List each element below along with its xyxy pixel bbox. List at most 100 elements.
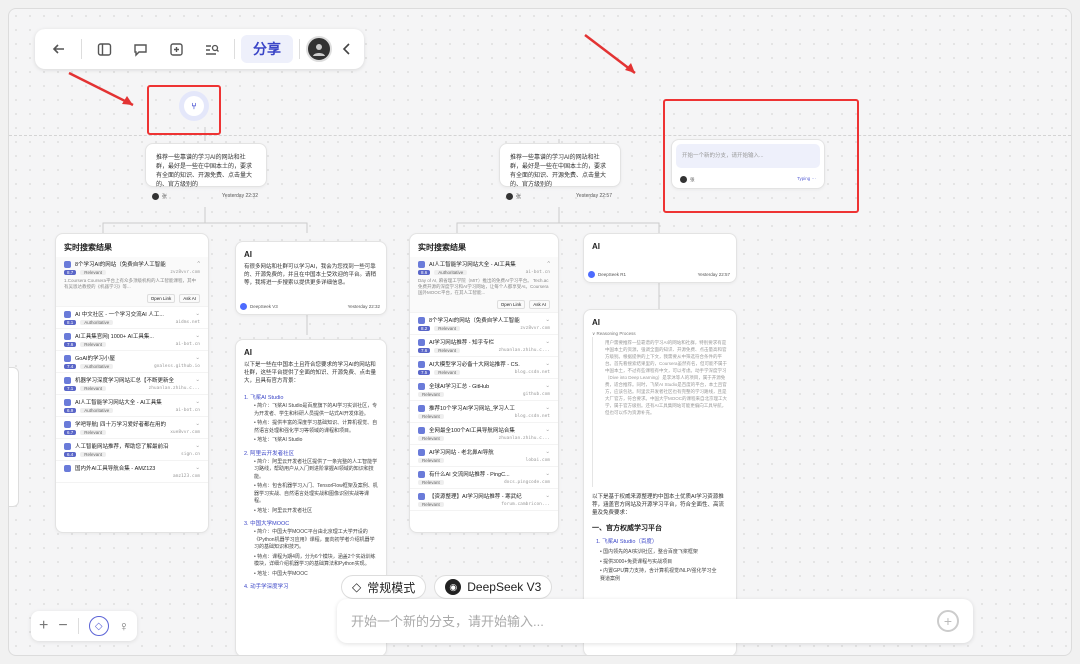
composer-bar: + <box>337 599 973 643</box>
search-result-item[interactable]: AI人工智能学习网站大全 - AI工具集 ^ 8.6 Authoritative ai… <box>410 257 558 313</box>
new-branch-node[interactable]: 开始一个新的分支，请开始输入... 张 Typing ··· <box>671 139 825 189</box>
search-result-item[interactable]: 全网最全100个AI工具导航网站合集 ⌄ Relevant zhuanlan.zhih… <box>410 423 558 445</box>
chevron-down-icon[interactable]: ⌄ <box>545 339 550 345</box>
result-snippet: Day of AI, 麻省理工学院（MIT）推出的免费AI学习平台。 Tech.… <box>418 278 549 295</box>
prompt-user: 张 <box>162 194 168 200</box>
chevron-down-icon[interactable]: ⌄ <box>545 361 550 367</box>
chevron-down-icon[interactable]: ⌄ <box>545 405 550 411</box>
search-result-item[interactable]: AI工具集官网| 1000+ AI工具集... ⌄ 7.6 Relevant ai-bo… <box>56 329 208 351</box>
chevron-down-icon[interactable]: ⌄ <box>195 355 200 361</box>
chevron-down-icon[interactable]: ⌄ <box>545 449 550 455</box>
chevron-down-icon[interactable]: ⌄ <box>195 333 200 339</box>
site-favicon-icon <box>64 420 71 428</box>
search-result-item[interactable]: AI 中文社区 - 一个学习交流AI 人工... ⌄ 8.1 Authoritativ… <box>56 307 208 329</box>
result-title: 机器学习深度学习网站汇总【不断更新全 <box>75 378 175 384</box>
chevron-down-icon[interactable]: ⌄ <box>195 443 200 449</box>
result-tag: Relevant <box>434 348 461 353</box>
relevance-score: 8.2 <box>418 326 431 331</box>
send-button[interactable]: + <box>937 610 959 632</box>
search-result-item[interactable]: 学吧导航| 四十万学习爱好者都在用的 ⌄ 6.7 Relevant xue8vvr.co… <box>56 417 208 439</box>
result-source: zvz8vvr.com <box>170 270 200 275</box>
new-branch-input[interactable]: 开始一个新的分支，请开始输入... <box>676 144 820 168</box>
prompt-time: Yesterday 22:32 <box>222 193 258 199</box>
chevron-down-icon[interactable]: ⌄ <box>195 311 200 317</box>
side-panel-handle[interactable] <box>9 367 19 507</box>
search-results-card: 实时搜索结果 8个学习AI的网站（免费自学人工智能 ^ 8.7 Relevant zv… <box>55 233 209 533</box>
lightbulb-icon[interactable]: ♀ <box>119 618 130 634</box>
result-source: docs.pingcode.com <box>503 480 550 485</box>
compass-icon[interactable]: ◇ <box>88 616 109 636</box>
search-result-item[interactable]: 人工智能网站推荐，帮助您了解最前沿 ⌄ 6.4 Relevant sign.cn <box>56 439 208 461</box>
new-branch-meta: 张 Typing ··· <box>672 172 824 187</box>
deepseek-logo-icon <box>240 303 247 310</box>
search-result-item[interactable]: AI大模型学习必备十大网站推荐 - CS. ⌄ 7.5 Relevant blog.cs… <box>410 357 558 379</box>
model-pill[interactable]: ◉ DeepSeek V3 <box>434 575 553 599</box>
mode-selector: ◇ 常规模式 ◉ DeepSeek V3 <box>341 575 553 599</box>
result-tag: Relevant <box>80 342 107 347</box>
chevron-down-icon[interactable]: ⌄ <box>545 383 550 389</box>
chevron-down-icon[interactable]: ⌄ <box>195 377 200 383</box>
result-title: AI人工智能学习网站大全 - AI工具集 <box>429 262 516 268</box>
prompt-card[interactable]: 推荐一些靠谱的学习AI的网站和社群，最好是一些在中国本土的，要求有全面的知识、开… <box>499 143 621 200</box>
chevron-up-icon[interactable]: ^ <box>197 261 200 267</box>
search-result-item[interactable]: 8个学习AI的网站（免费自学人工智能 ⌄ 8.2 Relevant zvz8vvr.co… <box>410 313 558 335</box>
search-result-item[interactable]: AI学习网站 - 老北鼻AI导航 ⌄ Relevant lobai.com <box>410 445 558 467</box>
result-source: ai-bot.cn <box>175 342 200 347</box>
chevron-down-icon[interactable]: ⌄ <box>545 493 550 499</box>
site-favicon-icon <box>64 260 71 268</box>
chevron-up-icon[interactable]: ^ <box>547 261 550 267</box>
site-favicon-icon <box>64 310 71 318</box>
result-tag: Relevant <box>80 452 107 457</box>
open-link-button[interactable]: Open Link <box>146 294 176 303</box>
result-tag: Relevant <box>418 458 444 463</box>
relevance-score: 7.5 <box>418 370 431 375</box>
typing-status: Typing ··· <box>796 176 816 181</box>
result-tag: Authoritative <box>80 408 114 413</box>
ai-model-name: DeepSeek V3 <box>250 304 278 309</box>
search-result-item[interactable]: GoAI的学习小屋 ⌄ 7.4 Authoritative goaless.github… <box>56 351 208 373</box>
chevron-down-icon[interactable]: ⌄ <box>545 317 550 323</box>
search-result-item[interactable]: 【资源整理】AI学习网站推荐 - 寒武纪 ⌄ Relevant forum.cambr… <box>410 489 558 511</box>
zoom-out-icon[interactable]: − <box>58 617 67 635</box>
result-source: xue8vvr.com <box>170 430 200 435</box>
prompt-meta: 张 Yesterday 22:32 <box>152 193 258 200</box>
search-result-item[interactable]: 有什么AI 交流网站推荐 - PingC... ⌄ Relevant docs.pin… <box>410 467 558 489</box>
site-favicon-icon <box>418 316 425 324</box>
result-source: zvz8vvr.com <box>520 326 550 331</box>
result-tag: Authoritative <box>80 364 114 369</box>
open-link-button[interactable]: Open Link <box>496 300 526 309</box>
ai-answer-card[interactable]: AI 有很多网站和社群可以学习AI，我会为您找到一些可靠的、开源免费的，并且在中… <box>235 241 387 315</box>
search-result-item[interactable]: 全球AI学习汇总 - GitHub ⌄ Relevant github.com <box>410 379 558 401</box>
search-result-item[interactable]: 机器学习深度学习网站汇总【不断更新全 ⌄ 7.1 Relevant zhuanlan.z… <box>56 373 208 395</box>
search-result-item[interactable]: 8个学习AI的网站（免费自学人工智能 ^ 8.7 Relevant zvz8vvr.c… <box>56 257 208 307</box>
chevron-down-icon[interactable]: ⌄ <box>195 421 200 427</box>
ask-ai-button[interactable]: Ask AI <box>179 294 200 303</box>
search-result-item[interactable]: 国内外AI工具导航合集 - AMZ123 ⌄ amz123.com <box>56 461 208 483</box>
mode-pill[interactable]: ◇ 常规模式 <box>341 575 427 599</box>
result-title: AI工具集官网| 1000+ AI工具集... <box>75 334 154 340</box>
diamond-icon: ◇ <box>352 580 362 594</box>
ask-ai-button[interactable]: Ask AI <box>529 300 550 309</box>
ai-answer-card[interactable]: AI DeepSeek R1 Yesterday 22:57 <box>583 233 737 283</box>
chevron-down-icon[interactable]: ⌄ <box>545 427 550 433</box>
search-result-item[interactable]: 推荐10个学习AI学习网站_学习人工 ⌄ Relevant blog.csdn.net <box>410 401 558 423</box>
prompt-card[interactable]: 推荐一些靠谱的学习AI的网站和社群，最好是一些在中国本土的，要求有全面的知识、开… <box>145 143 267 200</box>
result-source: ai-bot.cn <box>525 270 550 275</box>
relevance-score: 6.9 <box>64 408 77 413</box>
ai-answer-meta: DeepSeek R1 Yesterday 22:57 <box>588 271 730 278</box>
chevron-down-icon[interactable]: ⌄ <box>195 399 200 405</box>
branch-input[interactable] <box>351 613 937 629</box>
chevron-down-icon[interactable]: ⌄ <box>545 471 550 477</box>
search-result-list: 8个学习AI的网站（免费自学人工智能 ⌄ 8.2 Relevant zvz8vvr.co… <box>410 313 558 511</box>
search-result-item[interactable]: AI学习网站推荐 - 知乎专栏 ⌄ 7.6 Relevant zhuanlan.zhih… <box>410 335 558 357</box>
site-favicon-icon <box>64 442 71 450</box>
section-name: 动手学深度学习 <box>250 584 289 590</box>
section-bullet: • 简介：飞桨AI Studio是百度旗下的AI学习实训社区，专为开发者、学生和… <box>254 403 378 417</box>
root-node[interactable]: ⑂ <box>179 91 209 121</box>
site-favicon-icon <box>418 448 425 456</box>
chevron-down-icon[interactable]: ⌄ <box>195 465 200 471</box>
result-tag: Authoritative <box>434 270 468 275</box>
zoom-in-icon[interactable]: + <box>39 617 48 635</box>
search-result-item[interactable]: AI人工智能学习网站大全 - AI工具集 ⌄ 6.9 Authoritative ai-… <box>56 395 208 417</box>
result-source: github.com <box>522 392 550 397</box>
